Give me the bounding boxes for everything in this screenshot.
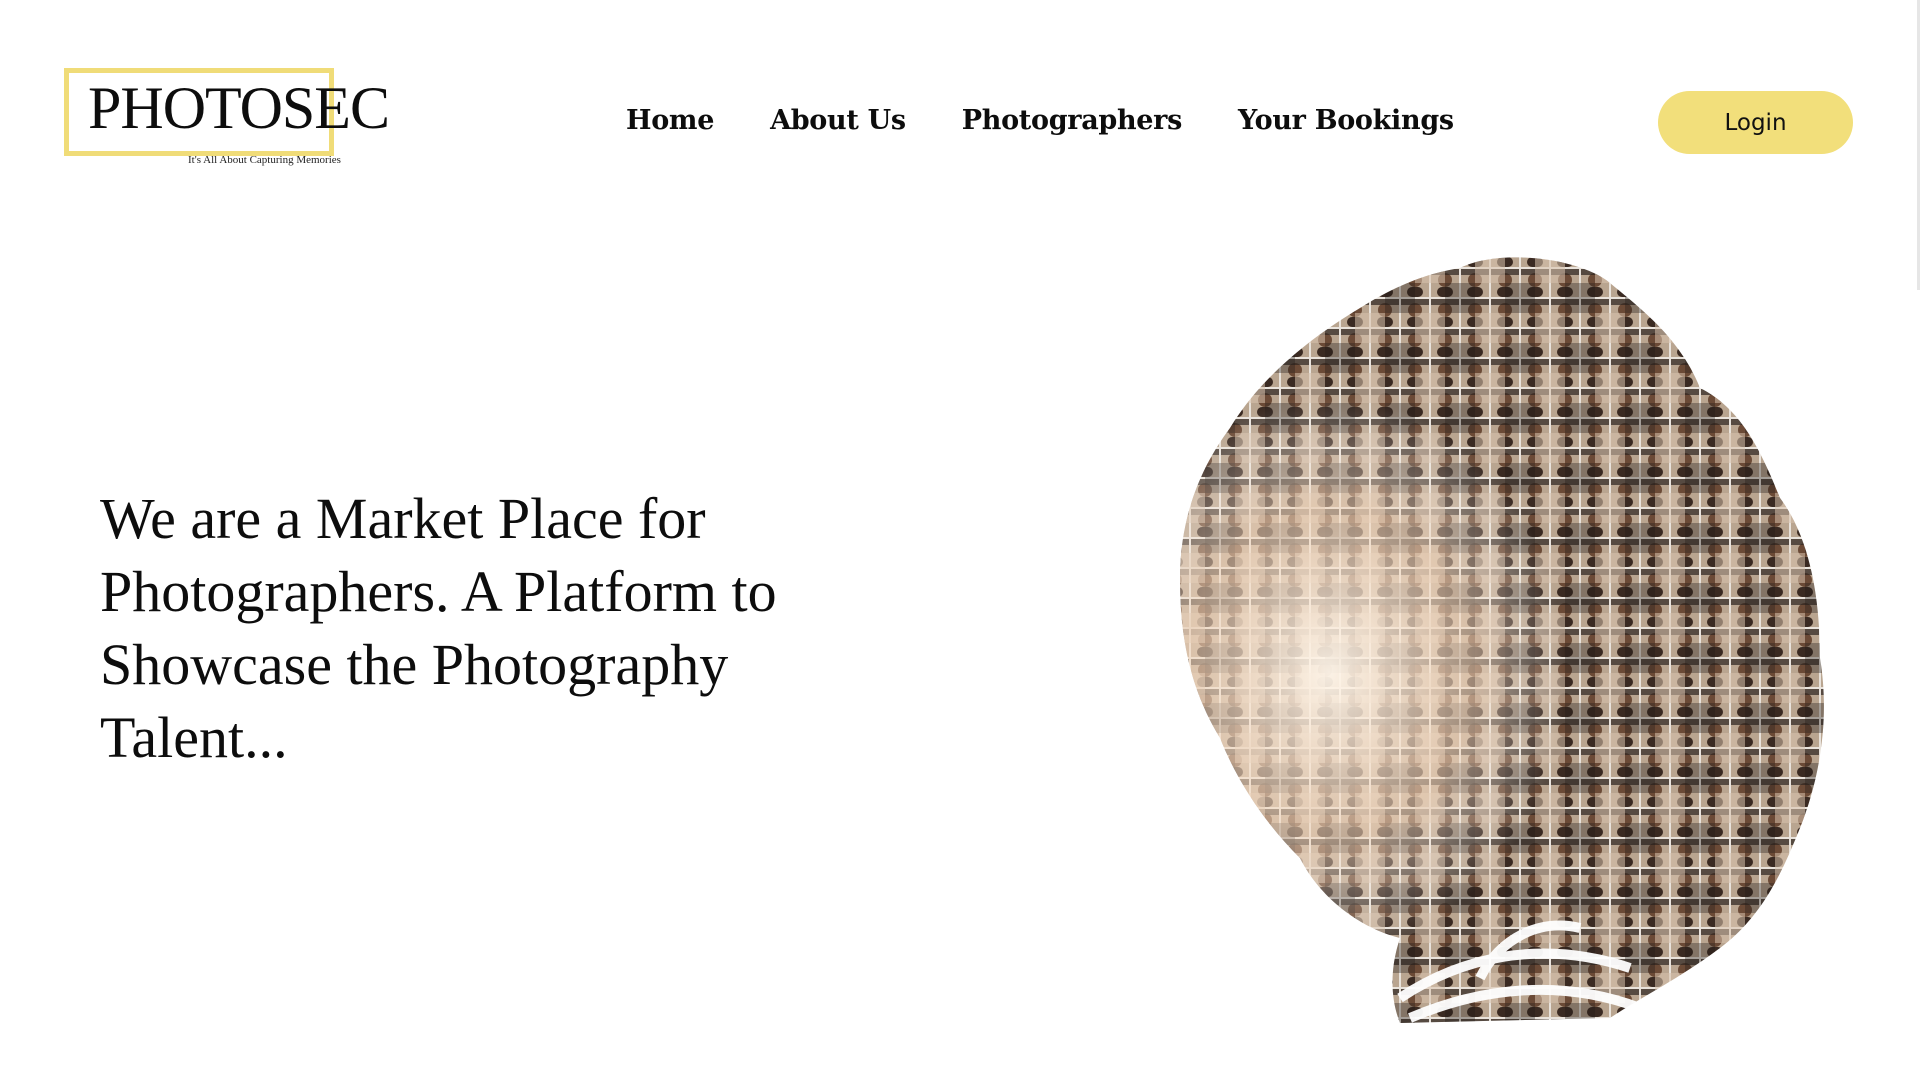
- logo-tagline: It's All About Capturing Memories: [188, 154, 341, 166]
- login-button[interactable]: Login: [1658, 91, 1853, 154]
- nav-item-about-us[interactable]: About Us: [770, 105, 906, 136]
- nav-item-home[interactable]: Home: [626, 105, 714, 136]
- hero-heading: We are a Market Place for Photographers.…: [100, 486, 777, 770]
- main-nav: Home About Us Photographers Your Booking…: [626, 105, 1454, 136]
- nav-item-photographers[interactable]: Photographers: [962, 105, 1183, 136]
- logo-wordmark: PHOTOSEC: [88, 75, 390, 141]
- nav-item-your-bookings[interactable]: Your Bookings: [1238, 105, 1454, 136]
- brand-logo[interactable]: PHOTOSEC It's All About Capturing Memori…: [64, 68, 404, 168]
- hero-mosaic-image: [1160, 238, 1836, 1028]
